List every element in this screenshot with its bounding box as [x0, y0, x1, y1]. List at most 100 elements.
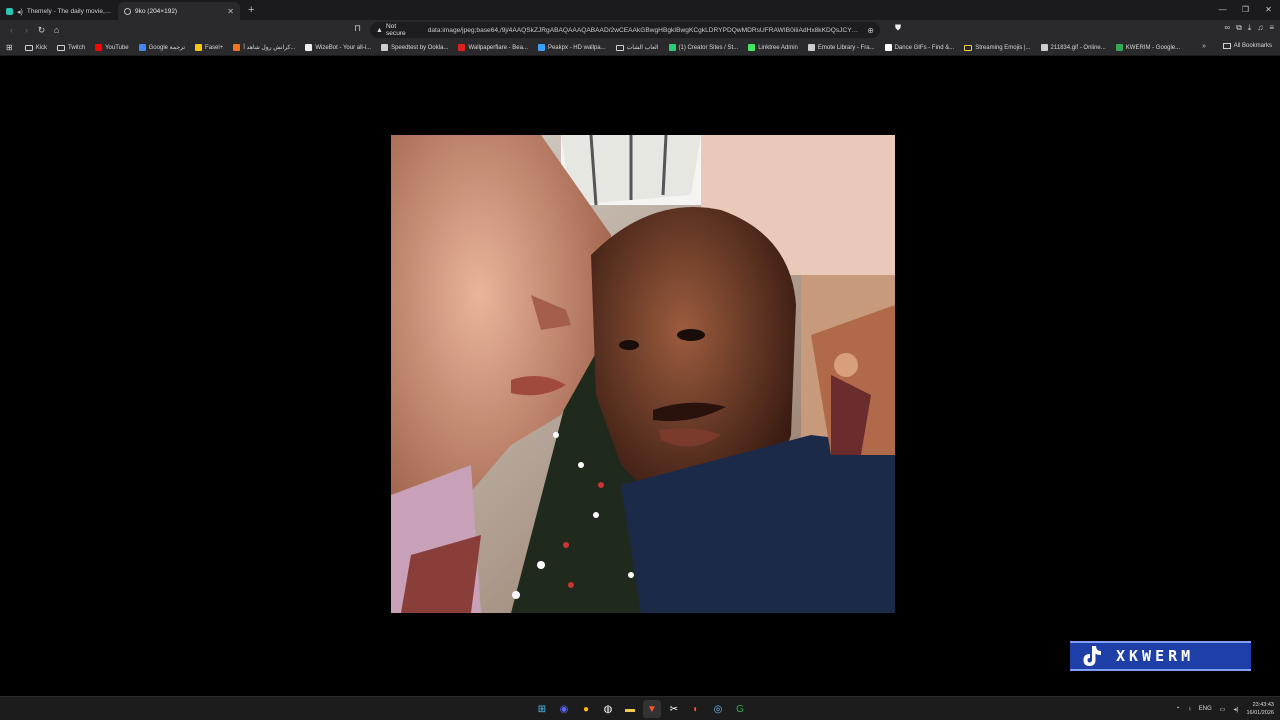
folder-icon	[57, 44, 66, 51]
file-explorer-icon[interactable]: ▬	[621, 700, 639, 718]
themely-favicon-icon	[6, 7, 13, 15]
watermark-text: XKWERM	[1116, 647, 1195, 665]
windows-start-icon[interactable]: ⊞	[533, 700, 551, 718]
peakpx-icon	[537, 44, 545, 51]
brave-icon[interactable]: ▼	[643, 700, 661, 718]
wizebot-icon	[305, 44, 313, 51]
obs-icon[interactable]: ◍	[599, 700, 617, 718]
page-viewport	[0, 57, 1280, 696]
tab-strip: ◂) Themely - The daily movie, game 9ko (…	[0, 0, 1280, 20]
more-bookmarks-icon[interactable]: »	[1202, 43, 1206, 50]
bookmark-label: WizeBot - Your all-i...	[315, 44, 372, 51]
bookmark-label: Peakpx - HD wallpa...	[547, 44, 606, 51]
photo-illustration	[391, 135, 895, 613]
close-tab-icon[interactable]: ✕	[227, 7, 234, 16]
language-indicator[interactable]: ENG	[1199, 706, 1212, 712]
home-icon[interactable]: ⌂	[49, 25, 64, 35]
bookmark-label: Fasel+	[205, 44, 224, 51]
network-icon[interactable]: ▭	[1220, 706, 1226, 713]
browser-toolbar: ‹ › ↻ ⌂ ⊓ ▲ Not secure data:image/jpeg;b…	[0, 20, 1280, 40]
bookmark-list: Kick Twitch YouTube Google ترجمة Fasel+ كرانش…	[24, 44, 1190, 51]
bookmark-item[interactable]: Fasel+	[195, 44, 223, 51]
bookmark-item[interactable]: WizeBot - Your all-i...	[305, 44, 371, 51]
audio-playing-icon[interactable]: ◂)	[17, 8, 23, 16]
capcut-icon[interactable]: ✂	[665, 700, 683, 718]
bookmark-label: Linktree Admin	[758, 44, 798, 51]
bookmark-label: (1) Creator Sites / St...	[678, 44, 739, 51]
restore-icon[interactable]: ❐	[1234, 0, 1257, 20]
bookmarks-bar: ⊞ Kick Twitch YouTube Google ترجمة Fasel+ كرا…	[0, 40, 1280, 56]
folder-icon	[24, 44, 33, 51]
tiktok-icon	[1083, 646, 1101, 666]
bookmark-label: كرانش رول شاهد أ...	[243, 45, 296, 51]
tab-themely[interactable]: ◂) Themely - The daily movie, game	[0, 2, 118, 20]
media-icon[interactable]: ♫	[1257, 23, 1263, 33]
bookmark-item[interactable]: (1) Creator Sites / St...	[668, 44, 739, 51]
folder-icon	[1222, 43, 1231, 49]
bookmark-label: Twitch	[68, 44, 86, 51]
forward-arrow-icon[interactable]: ›	[19, 25, 34, 35]
new-tab-button[interactable]: +	[248, 4, 254, 16]
crunchyroll-icon	[233, 44, 241, 51]
microphone-icon[interactable]: ♮	[1189, 706, 1191, 713]
bookmark-item[interactable]: Streaming Emojis |...	[964, 44, 1031, 51]
back-arrow-icon[interactable]: ‹	[4, 25, 19, 35]
bookmark-item[interactable]: العاب الشات	[615, 44, 659, 51]
displayed-image	[391, 135, 895, 613]
bookmark-icon[interactable]: ⊓	[354, 23, 361, 34]
all-bookmarks[interactable]: All Bookmarks	[1222, 43, 1272, 49]
discord-icon[interactable]: ◉	[555, 700, 573, 718]
security-label[interactable]: Not secure	[386, 23, 418, 37]
chevron-up-icon[interactable]: ⌃	[1176, 706, 1181, 713]
brave-shield-icon[interactable]: ⛊	[895, 23, 901, 33]
tab-image[interactable]: 9ko (204×192) ✕	[118, 2, 240, 20]
bookmark-item[interactable]: Wallpaperflare - Bea...	[458, 44, 528, 51]
linktree-icon	[748, 44, 756, 51]
volume-icon[interactable]: ◂)	[1233, 706, 1238, 713]
toolbar-actions: ∞ ⧉ ⤓ ♫ ≡	[1224, 23, 1274, 33]
download-icon[interactable]: ⤓	[1248, 23, 1252, 33]
bookmark-item[interactable]: Google ترجمة	[138, 44, 186, 51]
bookmark-label: Kick	[35, 44, 48, 51]
folder-icon	[615, 44, 624, 51]
emote-icon	[807, 44, 815, 51]
bookmark-item[interactable]: كرانش رول شاهد أ...	[233, 44, 295, 51]
google-icon[interactable]: G	[731, 700, 749, 718]
bookmark-item[interactable]: YouTube	[95, 44, 129, 51]
page-icon	[884, 44, 892, 51]
bookmark-item[interactable]: 211834.gif - Online...	[1040, 44, 1106, 51]
bookmark-item[interactable]: Linktree Admin	[748, 44, 798, 51]
wallpaperflare-icon	[458, 44, 466, 51]
reload-icon[interactable]: ↻	[34, 25, 49, 36]
chrome-icon[interactable]: ●	[577, 700, 595, 718]
link-icon[interactable]: ∞	[1224, 23, 1230, 33]
bookmark-label: Wallpaperflare - Bea...	[468, 44, 528, 51]
warning-icon[interactable]: ▲	[376, 27, 383, 34]
taskbar-apps: ⊞ ◉ ● ◍ ▬ ▼ ✂ ◐ ◎ G	[533, 700, 749, 718]
bookmark-item[interactable]: Speedtest by Ookla...	[381, 44, 448, 51]
windows-taskbar: ⊞ ◉ ● ◍ ▬ ▼ ✂ ◐ ◎ G ⌃ ♮ ENG ▭ ◂) 23:43:43 16/01/2…	[0, 696, 1280, 720]
extensions-icon[interactable]: ⧉	[1236, 23, 1242, 33]
globe-favicon-icon	[124, 7, 131, 15]
steam-icon[interactable]: ◎	[709, 700, 727, 718]
all-bookmarks-label: All Bookmarks	[1233, 43, 1272, 49]
apps-grid-icon[interactable]: ⊞	[6, 43, 13, 52]
bookmark-item[interactable]: KWERIM - Google...	[1115, 44, 1180, 51]
minimize-icon[interactable]: —	[1211, 0, 1234, 20]
bookmark-label: Google ترجمة	[148, 45, 186, 51]
bookmark-label: العاب الشات	[626, 45, 659, 51]
bookmark-item[interactable]: Dance GIFs - Find &...	[884, 44, 954, 51]
url-text[interactable]: data:image/jpeg;base64,/9j/4AAQSkZJRgABA…	[428, 27, 862, 34]
clock[interactable]: 23:43:43 16/01/2026	[1246, 701, 1274, 717]
chat-app-icon[interactable]: ◐	[687, 700, 705, 718]
address-bar[interactable]: ▲ Not secure data:image/jpeg;base64,/9j/…	[370, 22, 880, 38]
system-tray: ⌃ ♮ ENG ▭ ◂) 23:43:43 16/01/2026	[1176, 697, 1274, 720]
folder-icon	[964, 44, 973, 51]
bookmark-item[interactable]: Twitch	[57, 44, 86, 51]
bookmark-item[interactable]: Emote Library - Fra...	[807, 44, 875, 51]
bookmark-item[interactable]: Peakpx - HD wallpa...	[537, 44, 606, 51]
menu-icon[interactable]: ≡	[1269, 23, 1274, 33]
close-window-icon[interactable]: ✕	[1257, 0, 1280, 20]
bookmark-item[interactable]: Kick	[24, 44, 48, 51]
zoom-icon[interactable]: ⊕	[867, 26, 874, 35]
